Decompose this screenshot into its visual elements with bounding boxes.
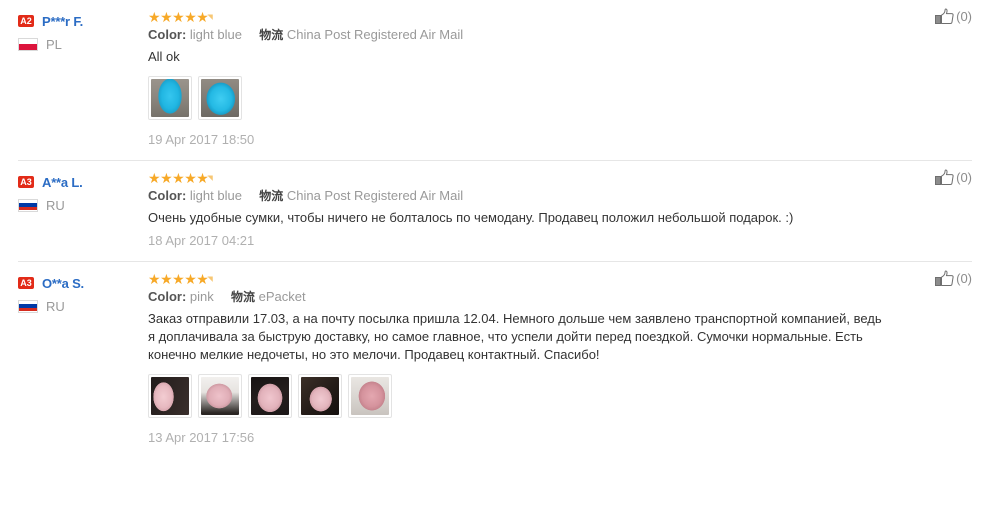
shipping-value: ePacket	[258, 289, 306, 304]
country-code-label: RU	[46, 298, 65, 314]
review-user-column: A3 O**a S. RU	[18, 272, 148, 314]
user-country-line: RU	[18, 298, 148, 314]
review-user-column: A3 A**a L. RU	[18, 171, 148, 213]
user-level-badge: A3	[18, 176, 34, 188]
shipping-value: China Post Registered Air Mail	[286, 188, 464, 203]
review-photo-list	[148, 76, 882, 120]
review-date: 13 Apr 2017 17:56	[148, 430, 255, 445]
shipping-label: 物流	[259, 28, 284, 42]
review-photo-thumbnail[interactable]	[348, 374, 392, 418]
star-icon: ★	[172, 9, 185, 25]
country-code-label: RU	[46, 197, 65, 213]
review-photo-list	[148, 374, 882, 418]
review-photo-image	[201, 377, 239, 415]
star-rating: ★★★★★◥	[148, 171, 882, 185]
helpful-control[interactable]: (0)	[935, 169, 972, 187]
helpful-count: (0)	[956, 170, 972, 185]
review-photo-thumbnail[interactable]	[198, 76, 242, 120]
review-item: A3 O**a S. RU ★★★★★◥ Color: pink 物流 ePac…	[0, 261, 990, 458]
review-item: A3 A**a L. RU ★★★★★◥ Color: light blue 物…	[0, 160, 990, 261]
star-icon: ★	[160, 170, 173, 186]
star-icon: ★	[160, 271, 173, 287]
helpful-count: (0)	[956, 271, 972, 286]
review-body-column: ★★★★★◥ Color: light blue 物流 China Post R…	[148, 171, 972, 249]
user-level-badge: A3	[18, 277, 34, 289]
review-photo-thumbnail[interactable]	[248, 374, 292, 418]
shipping-label: 物流	[231, 290, 256, 304]
user-name-link[interactable]: P***r F.	[42, 14, 83, 29]
star-edge-icon: ◥	[207, 14, 213, 21]
helpful-control[interactable]: (0)	[935, 270, 972, 288]
review-attributes: Color: pink 物流 ePacket	[148, 288, 882, 306]
review-attributes: Color: light blue 物流 China Post Register…	[148, 187, 882, 205]
helpful-count: (0)	[956, 9, 972, 24]
helpful-control[interactable]: (0)	[935, 8, 972, 26]
thumbs-up-icon[interactable]	[935, 8, 955, 26]
shipping-value: China Post Registered Air Mail	[286, 27, 464, 42]
star-icon: ★	[148, 9, 161, 25]
star-icon: ★	[148, 170, 161, 186]
user-identity-line: A3 O**a S.	[18, 274, 148, 292]
star-icon: ★	[172, 170, 185, 186]
star-icon: ★	[184, 170, 197, 186]
review-text: All ok	[148, 49, 180, 64]
user-name-link[interactable]: O**a S.	[42, 276, 84, 291]
star-rating: ★★★★★◥	[148, 272, 882, 286]
color-label: Color:	[148, 289, 187, 304]
star-icon: ★	[172, 271, 185, 287]
review-text: Очень удобные сумки, чтобы ничего не бол…	[148, 210, 794, 225]
star-edge-icon: ◥	[207, 175, 213, 182]
shipping-label: 物流	[259, 189, 284, 203]
country-flag-icon	[18, 299, 38, 313]
review-body-column: ★★★★★◥ Color: light blue 物流 China Post R…	[148, 10, 972, 148]
review-user-column: A2 P***r F. PL	[18, 10, 148, 52]
country-flag-icon	[18, 37, 38, 51]
review-attributes: Color: light blue 物流 China Post Register…	[148, 26, 882, 44]
user-country-line: RU	[18, 197, 148, 213]
review-item: A2 P***r F. PL ★★★★★◥ Color: light blue …	[0, 0, 990, 160]
color-value: light blue	[189, 188, 242, 203]
review-photo-thumbnail[interactable]	[298, 374, 342, 418]
review-photo-thumbnail[interactable]	[148, 374, 192, 418]
thumbs-up-icon[interactable]	[935, 169, 955, 187]
review-photo-image	[251, 377, 289, 415]
user-country-line: PL	[18, 36, 148, 52]
review-body-column: ★★★★★◥ Color: pink 物流 ePacket Заказ отпр…	[148, 272, 972, 446]
color-label: Color:	[148, 188, 187, 203]
star-edge-icon: ◥	[207, 276, 213, 283]
thumbs-up-icon[interactable]	[935, 270, 955, 288]
star-icon: ★	[148, 271, 161, 287]
color-value: light blue	[189, 27, 242, 42]
country-flag-icon	[18, 198, 38, 212]
review-photo-image	[351, 377, 389, 415]
review-date: 19 Apr 2017 18:50	[148, 132, 255, 147]
review-list: A2 P***r F. PL ★★★★★◥ Color: light blue …	[0, 0, 990, 458]
color-value: pink	[189, 289, 214, 304]
review-photo-image	[301, 377, 339, 415]
star-icon: ★	[184, 271, 197, 287]
color-label: Color:	[148, 27, 187, 42]
user-identity-line: A2 P***r F.	[18, 12, 148, 30]
user-identity-line: A3 A**a L.	[18, 173, 148, 191]
review-photo-image	[151, 377, 189, 415]
review-photo-thumbnail[interactable]	[198, 374, 242, 418]
review-photo-image	[151, 79, 189, 117]
star-icon: ★	[184, 9, 197, 25]
review-photo-thumbnail[interactable]	[148, 76, 192, 120]
country-code-label: PL	[46, 36, 62, 52]
review-text: Заказ отправили 17.03, а на почту посылк…	[148, 311, 882, 362]
review-photo-image	[201, 79, 239, 117]
user-name-link[interactable]: A**a L.	[42, 175, 83, 190]
star-icon: ★	[160, 9, 173, 25]
star-rating: ★★★★★◥	[148, 10, 882, 24]
user-level-badge: A2	[18, 15, 34, 27]
review-date: 18 Apr 2017 04:21	[148, 233, 255, 248]
